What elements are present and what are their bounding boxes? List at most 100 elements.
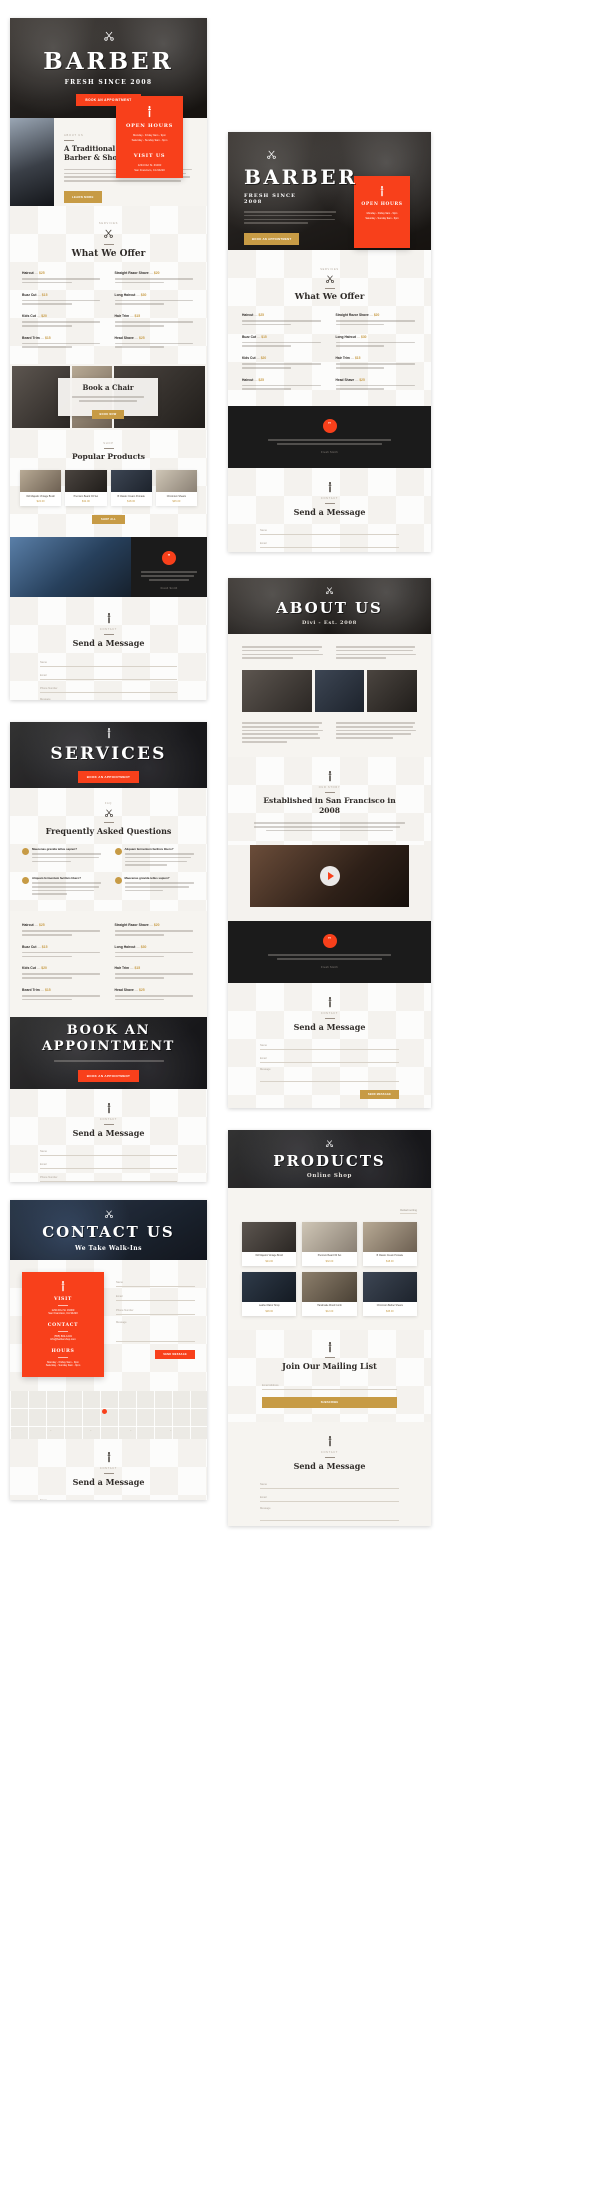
about-photo-row xyxy=(242,670,417,713)
sort-select[interactable]: Default sorting xyxy=(400,1209,417,1214)
faq-item[interactable]: Maecenas gravida tellus sapien? xyxy=(114,876,196,897)
email-field[interactable]: Email xyxy=(40,1160,177,1169)
service-price: $15 xyxy=(45,987,51,992)
phone-field[interactable]: Phone Number xyxy=(40,1173,177,1182)
name-field-label: Name xyxy=(116,1281,123,1284)
name-field[interactable]: Name xyxy=(260,1041,399,1050)
cta-subtitle xyxy=(53,1060,164,1062)
page-contact[interactable]: CONTACT US We Take Walk-Ins VISIT 1234 D… xyxy=(10,1200,207,1500)
page-home-alt[interactable]: BARBER FRESH SINCE 2008 BOOK AN APPOINTM… xyxy=(228,132,431,552)
product-card[interactable]: Handmade Wood Comb $12.00 xyxy=(302,1271,357,1316)
scissors-icon xyxy=(325,1140,334,1148)
message-field[interactable]: Message xyxy=(260,1067,399,1082)
about-video-section xyxy=(228,845,431,922)
product-image xyxy=(20,470,62,493)
about-body-left xyxy=(242,722,324,745)
visit-address-2: San Francisco, CA 94220 xyxy=(134,169,165,172)
send-message-button[interactable]: SEND MESSAGE xyxy=(359,1089,399,1099)
product-card[interactable]: Old Majestic Vintage Brush $24.00 xyxy=(242,1222,297,1266)
page-products[interactable]: PRODUCTS Online Shop Default sorting Old… xyxy=(228,1130,431,1526)
contact-info-section: VISIT 1234 Divi St. #1000 San Francisco,… xyxy=(10,1260,207,1391)
page-home[interactable]: BARBER FRESH SINCE 2008 BOOK AN APPOINTM… xyxy=(10,18,207,700)
service-item: Kids Cut — $20 xyxy=(22,966,103,981)
contact-line[interactable]: info@barbershop.com xyxy=(28,1338,98,1341)
play-button-icon[interactable] xyxy=(319,866,340,887)
page-about[interactable]: ABOUT US Divi - Est. 2008 OUR STORY Esta… xyxy=(228,578,431,1108)
message-field[interactable]: Message xyxy=(40,697,177,700)
faq-item[interactable]: Aliquam fermentum facilisis libero? xyxy=(114,847,196,868)
message-field[interactable]: Message xyxy=(116,1320,195,1342)
razor-icon xyxy=(148,106,151,118)
open-hours-line-1: Monday - Friday 9am - 9pm xyxy=(132,134,166,137)
subscribe-button[interactable]: SUBSCRIBE xyxy=(262,1396,397,1408)
service-name: Hair Trim xyxy=(114,966,130,971)
email-field[interactable]: Email xyxy=(116,1292,195,1301)
phone-field[interactable]: Phone Number xyxy=(116,1306,195,1315)
name-field[interactable]: Name xyxy=(40,658,177,668)
name-field[interactable]: Name xyxy=(260,526,399,535)
product-card[interactable]: Leather Razor Strop $28.00 xyxy=(242,1271,297,1316)
contact-form[interactable]: Name Email Message SEND MESSAGE xyxy=(40,1496,177,1500)
product-price: $24.00 xyxy=(36,500,45,504)
name-field[interactable]: Name xyxy=(260,1480,399,1489)
shop-all-button[interactable]: SHOP ALL xyxy=(91,515,126,525)
service-name: Haircut xyxy=(242,313,254,317)
razor-icon xyxy=(61,1281,65,1292)
razor-icon xyxy=(328,770,331,782)
product-card[interactable]: Premium Beard Oil Set $32.00 xyxy=(302,1222,357,1266)
phone-field[interactable]: Phone Number xyxy=(40,684,177,694)
faq-item[interactable]: Aliquam fermentum facilisis libero? xyxy=(22,876,103,897)
contact-form[interactable]: Name Email Message SEND MESSAGE xyxy=(260,1041,399,1100)
book-now-button[interactable]: BOOK NOW xyxy=(91,409,125,419)
product-price: $32.00 xyxy=(81,500,90,504)
scissors-icon xyxy=(103,31,114,41)
contact-form[interactable]: Name Email Phone Number Message SEND MES… xyxy=(40,1147,177,1183)
product-card[interactable]: Premium Beard Oil Set $32.00 xyxy=(65,470,107,507)
email-subscribe-input[interactable]: Email Address xyxy=(262,1380,397,1390)
about-learn-more-button[interactable]: LEARN MORE xyxy=(64,191,102,203)
email-field[interactable]: Email xyxy=(260,539,399,548)
name-field[interactable]: Name xyxy=(40,1496,177,1500)
page-services[interactable]: SERVICES BOOK AN APPOINTMENT FAQ Frequen… xyxy=(10,722,207,1182)
about-story-section: OUR STORY Established in San Francisco i… xyxy=(228,757,431,846)
hero-cta-button[interactable]: BOOK AN APPOINTMENT xyxy=(77,770,140,783)
faq-question: Aliquam fermentum facilisis libero? xyxy=(32,876,81,881)
product-card[interactable]: B Classic Cream Pomade $18.00 xyxy=(110,470,152,507)
name-field[interactable]: Name xyxy=(116,1278,195,1287)
message-field[interactable]: Message xyxy=(260,1506,399,1521)
service-item: Head Shave — $25 xyxy=(114,987,196,1003)
home-contact-section: CONTACT Send a Message Name Email Phone … xyxy=(10,597,207,700)
service-name: Kids Cut xyxy=(22,314,36,319)
contact-form[interactable]: Name Email Message SEND MESSAGE xyxy=(260,1480,399,1526)
product-card[interactable]: Chromium Shears $45.00 xyxy=(155,470,197,507)
faq-item[interactable]: Maecenas gravida tellus sapien? xyxy=(22,847,103,868)
product-card[interactable]: Old Majestic Vintage Brush $24.00 xyxy=(20,470,62,507)
products-eyebrow: SHOP xyxy=(103,442,114,446)
send-message-button[interactable]: SEND MESSAGE xyxy=(155,1350,195,1359)
email-field[interactable]: Email xyxy=(260,1054,399,1063)
cta-button[interactable]: BOOK AN APPOINTMENT xyxy=(77,1070,140,1083)
service-name: Head Shave xyxy=(114,987,134,992)
product-card[interactable]: B Classic Cream Pomade $18.00 xyxy=(362,1222,417,1266)
service-price: $15 xyxy=(134,966,141,971)
contact-form[interactable]: Name Email Message SEND MESSAGE xyxy=(260,526,399,552)
product-grid: Old Majestic Vintage Brush $24.00 Premiu… xyxy=(242,1222,417,1316)
contact-form[interactable]: Name Email Phone Number Message SEND MES… xyxy=(40,658,177,700)
contact-title: Send a Message xyxy=(72,1477,145,1487)
contact-page-form[interactable]: Name Email Phone Number Message SEND MES… xyxy=(116,1272,195,1377)
email-field[interactable]: Email xyxy=(40,671,177,681)
name-field[interactable]: Name xyxy=(40,1147,177,1156)
hero-cta-button[interactable]: BOOK AN APPOINTMENT xyxy=(244,233,300,246)
about-photo xyxy=(10,118,54,206)
contact-map[interactable] xyxy=(10,1391,207,1439)
faq-title: Frequently Asked Questions xyxy=(45,826,172,836)
email-field[interactable]: Email xyxy=(260,1493,399,1502)
service-price: $25 xyxy=(38,923,45,928)
product-card[interactable]: Chromium Barber Shears $45.00 xyxy=(362,1271,417,1316)
video-player[interactable] xyxy=(250,845,409,908)
service-name: Straight Razor Shave xyxy=(335,313,369,317)
service-price: $15 xyxy=(41,292,48,297)
service-item: Long Haircut — $30 xyxy=(114,945,196,960)
cta-title: BOOK AN APPOINTMENT xyxy=(41,1022,176,1055)
hero-cta-button[interactable]: BOOK AN APPOINTMENT xyxy=(76,94,141,106)
